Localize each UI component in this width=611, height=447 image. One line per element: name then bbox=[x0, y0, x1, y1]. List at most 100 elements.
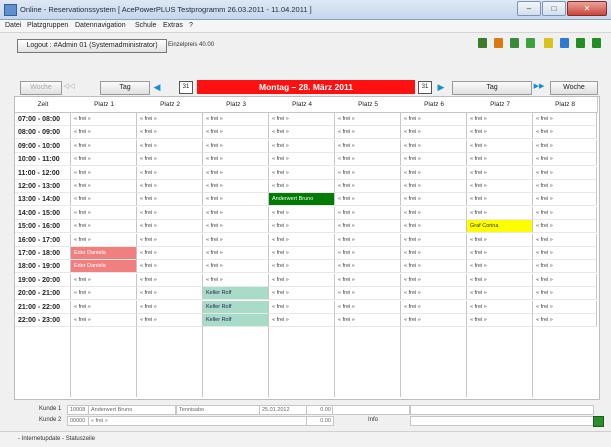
free-slot-cell[interactable]: « frei » bbox=[335, 273, 401, 287]
free-slot-cell[interactable]: « frei » bbox=[533, 220, 597, 234]
minimize-button[interactable]: – bbox=[517, 1, 541, 16]
free-slot-cell[interactable]: « frei » bbox=[137, 260, 203, 274]
calendar-icon[interactable]: 31 bbox=[179, 81, 193, 94]
free-slot-cell[interactable]: « frei » bbox=[71, 300, 137, 314]
free-slot-cell[interactable]: « frei » bbox=[533, 139, 597, 153]
free-slot-cell[interactable]: « frei » bbox=[401, 193, 467, 207]
menu-datennavigation[interactable]: Datennavigation bbox=[75, 22, 126, 29]
free-slot-cell[interactable]: « frei » bbox=[269, 233, 335, 247]
free-slot-cell[interactable]: « frei » bbox=[467, 206, 533, 220]
free-slot-cell[interactable]: « frei » bbox=[269, 220, 335, 234]
booking-cell[interactable]: Keller Rolf bbox=[203, 300, 269, 314]
maximize-button[interactable]: □ bbox=[542, 1, 566, 16]
free-slot-cell[interactable]: « frei » bbox=[467, 260, 533, 274]
free-slot-cell[interactable]: « frei » bbox=[335, 260, 401, 274]
free-slot-cell[interactable]: « frei » bbox=[203, 180, 269, 193]
calendar-icon-right[interactable]: 31 bbox=[418, 81, 432, 94]
kunde1-notes-field[interactable] bbox=[410, 405, 594, 415]
kunde1-type-field[interactable]: Tennisabo bbox=[176, 405, 260, 415]
free-slot-cell[interactable]: « frei » bbox=[335, 314, 401, 327]
free-slot-cell[interactable]: « frei » bbox=[269, 273, 335, 287]
day-forward-button[interactable]: Tag bbox=[452, 81, 532, 95]
info-field[interactable] bbox=[410, 416, 594, 426]
free-slot-cell[interactable]: « frei » bbox=[137, 126, 203, 140]
free-slot-cell[interactable]: « frei » bbox=[137, 314, 203, 327]
free-slot-cell[interactable]: « frei » bbox=[401, 273, 467, 287]
free-slot-cell[interactable]: « frei » bbox=[269, 206, 335, 220]
free-slot-cell[interactable]: « frei » bbox=[401, 139, 467, 153]
free-slot-cell[interactable]: « frei » bbox=[137, 247, 203, 260]
lock-icon[interactable] bbox=[560, 38, 569, 48]
free-slot-cell[interactable]: « frei » bbox=[137, 193, 203, 207]
free-slot-cell[interactable]: « frei » bbox=[203, 273, 269, 287]
free-slot-cell[interactable]: « frei » bbox=[401, 206, 467, 220]
booking-cell[interactable]: Keller Rolf bbox=[203, 287, 269, 301]
free-slot-cell[interactable]: « frei » bbox=[533, 287, 597, 301]
free-slot-cell[interactable]: « frei » bbox=[269, 113, 335, 126]
menu-schule[interactable]: Schule bbox=[135, 22, 156, 29]
free-slot-cell[interactable]: « frei » bbox=[401, 300, 467, 314]
free-slot-cell[interactable]: « frei » bbox=[533, 247, 597, 260]
free-slot-cell[interactable]: « frei » bbox=[203, 153, 269, 167]
free-slot-cell[interactable]: « frei » bbox=[269, 287, 335, 301]
free-slot-cell[interactable]: « frei » bbox=[467, 300, 533, 314]
menu-datei[interactable]: Datei bbox=[5, 22, 21, 29]
free-slot-cell[interactable]: « frei » bbox=[71, 287, 137, 301]
fast-back-icon[interactable]: ◁◁ bbox=[62, 81, 76, 93]
free-slot-cell[interactable]: « frei » bbox=[335, 180, 401, 193]
free-slot-cell[interactable]: « frei » bbox=[71, 206, 137, 220]
booking-cell[interactable]: Graf Corina bbox=[467, 220, 533, 234]
free-slot-cell[interactable]: « frei » bbox=[269, 260, 335, 274]
free-slot-cell[interactable]: « frei » bbox=[71, 113, 137, 126]
kunde2-amount-field[interactable]: 0.00 bbox=[306, 416, 334, 426]
kunde1-name-field[interactable]: Anderwert Bruno bbox=[88, 405, 176, 415]
free-slot-cell[interactable]: « frei » bbox=[467, 153, 533, 167]
free-slot-cell[interactable]: « frei » bbox=[467, 287, 533, 301]
free-slot-cell[interactable]: « frei » bbox=[533, 180, 597, 193]
free-slot-cell[interactable]: « frei » bbox=[71, 314, 137, 327]
free-slot-cell[interactable]: « frei » bbox=[467, 233, 533, 247]
free-slot-cell[interactable]: « frei » bbox=[71, 153, 137, 167]
booking-cell[interactable]: Keller Rolf bbox=[203, 314, 269, 327]
free-slot-cell[interactable]: « frei » bbox=[71, 126, 137, 140]
kunde1-amount-field[interactable]: 0.00 bbox=[306, 405, 334, 415]
free-slot-cell[interactable]: « frei » bbox=[203, 260, 269, 274]
free-slot-cell[interactable]: « frei » bbox=[335, 139, 401, 153]
free-slot-cell[interactable]: « frei » bbox=[467, 113, 533, 126]
free-slot-cell[interactable]: « frei » bbox=[71, 193, 137, 207]
free-slot-cell[interactable]: « frei » bbox=[71, 273, 137, 287]
menu-help[interactable]: ? bbox=[189, 22, 193, 29]
free-slot-cell[interactable]: « frei » bbox=[467, 314, 533, 327]
free-slot-cell[interactable]: « frei » bbox=[533, 206, 597, 220]
free-slot-cell[interactable]: « frei » bbox=[401, 113, 467, 126]
free-slot-cell[interactable]: « frei » bbox=[401, 126, 467, 140]
kunde2-name-field[interactable]: « frei » bbox=[88, 416, 308, 426]
free-slot-cell[interactable]: « frei » bbox=[401, 260, 467, 274]
free-slot-cell[interactable]: « frei » bbox=[467, 247, 533, 260]
free-slot-cell[interactable]: « frei » bbox=[335, 300, 401, 314]
free-slot-cell[interactable]: « frei » bbox=[203, 247, 269, 260]
free-slot-cell[interactable]: « frei » bbox=[533, 260, 597, 274]
free-slot-cell[interactable]: « frei » bbox=[401, 166, 467, 180]
free-slot-cell[interactable]: « frei » bbox=[401, 314, 467, 327]
kunde2-id-field[interactable]: 00000 bbox=[67, 416, 89, 426]
free-slot-cell[interactable]: « frei » bbox=[533, 113, 597, 126]
printer-icon[interactable] bbox=[576, 38, 585, 48]
close-button[interactable]: ✕ bbox=[567, 1, 607, 16]
free-slot-cell[interactable]: « frei » bbox=[269, 247, 335, 260]
logout-button[interactable]: Logout : #Admin 01 (Systemadministrator) bbox=[17, 39, 167, 53]
free-slot-cell[interactable]: « frei » bbox=[533, 300, 597, 314]
free-slot-cell[interactable]: « frei » bbox=[533, 233, 597, 247]
free-slot-cell[interactable]: « frei » bbox=[335, 193, 401, 207]
free-slot-cell[interactable]: « frei » bbox=[137, 153, 203, 167]
free-slot-cell[interactable]: « frei » bbox=[137, 166, 203, 180]
free-slot-cell[interactable]: « frei » bbox=[401, 287, 467, 301]
free-slot-cell[interactable]: « frei » bbox=[335, 206, 401, 220]
free-slot-cell[interactable]: « frei » bbox=[137, 180, 203, 193]
free-slot-cell[interactable]: « frei » bbox=[137, 220, 203, 234]
free-slot-cell[interactable]: « frei » bbox=[533, 166, 597, 180]
free-slot-cell[interactable]: « frei » bbox=[269, 153, 335, 167]
free-slot-cell[interactable]: « frei » bbox=[335, 287, 401, 301]
free-slot-cell[interactable]: « frei » bbox=[203, 193, 269, 207]
free-slot-cell[interactable]: « frei » bbox=[533, 273, 597, 287]
